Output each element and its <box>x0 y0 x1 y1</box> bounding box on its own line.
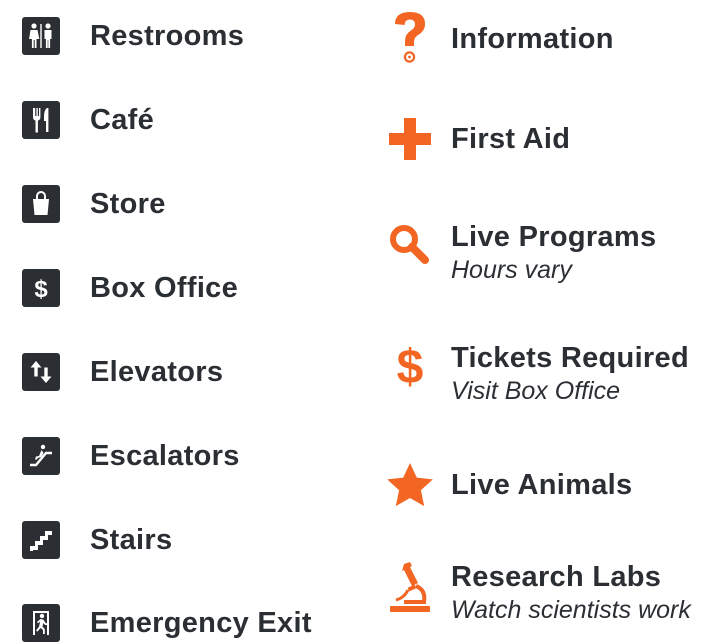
legend-label: Live Animals <box>451 468 633 501</box>
legend-item-escalators: Escalators <box>22 437 240 475</box>
magnifier-icon <box>384 222 436 268</box>
legend-sublabel: Hours vary <box>451 256 572 285</box>
microscope-icon <box>384 562 436 614</box>
legend-item-information: Information <box>384 10 614 68</box>
legend-label: Live Programs <box>451 221 657 253</box>
svg-text:$: $ <box>34 276 48 303</box>
legend-item-restrooms: Restrooms <box>22 17 244 55</box>
restroom-icon <box>22 17 60 55</box>
exit-runner-icon <box>22 604 60 642</box>
svg-text:$: $ <box>397 343 424 391</box>
legend-item-stairs: Stairs <box>22 521 172 559</box>
dollar-sign-icon: $ <box>384 343 436 391</box>
legend-label: Stairs <box>90 523 173 556</box>
legend-label: Café <box>90 103 155 136</box>
legend-item-box-office: $ Box Office <box>22 269 238 307</box>
escalator-icon <box>22 437 60 475</box>
legend-item-live-animals: Live Animals <box>384 462 632 508</box>
legend-label: Elevators <box>90 355 224 388</box>
legend-sublabel: Watch scientists work <box>451 596 691 625</box>
up-down-arrows-icon <box>22 353 60 391</box>
legend-item-emergency-exit: Emergency Exit <box>22 604 312 642</box>
shopping-bag-icon <box>22 185 60 223</box>
dollar-icon: $ <box>22 269 60 307</box>
fork-knife-icon <box>22 101 60 139</box>
legend-label: Store <box>90 187 166 220</box>
map-legend: Restrooms Café Store $ Box Office Elevat… <box>0 0 721 642</box>
legend-item-first-aid: First Aid <box>384 116 570 162</box>
legend-label: Information <box>451 22 614 55</box>
legend-label: Restrooms <box>90 19 245 52</box>
legend-item-research-labs: Research Labs Watch scientists work <box>384 562 691 625</box>
legend-item-live-programs: Live Programs Hours vary <box>384 222 656 285</box>
question-mark-icon <box>384 10 436 68</box>
legend-label: Emergency Exit <box>90 606 312 639</box>
legend-label: Box Office <box>90 271 239 304</box>
legend-label: Escalators <box>90 439 240 472</box>
legend-item-elevators: Elevators <box>22 353 223 391</box>
legend-label: Research Labs <box>451 561 662 593</box>
legend-label: First Aid <box>451 122 571 155</box>
stairs-icon <box>22 521 60 559</box>
legend-label: Tickets Required <box>451 342 689 374</box>
cross-icon <box>384 116 436 162</box>
star-icon <box>384 462 436 508</box>
legend-item-tickets-required: $ Tickets Required Visit Box Office <box>384 343 689 406</box>
legend-sublabel: Visit Box Office <box>451 377 621 406</box>
legend-item-cafe: Café <box>22 101 154 139</box>
legend-item-store: Store <box>22 185 166 223</box>
